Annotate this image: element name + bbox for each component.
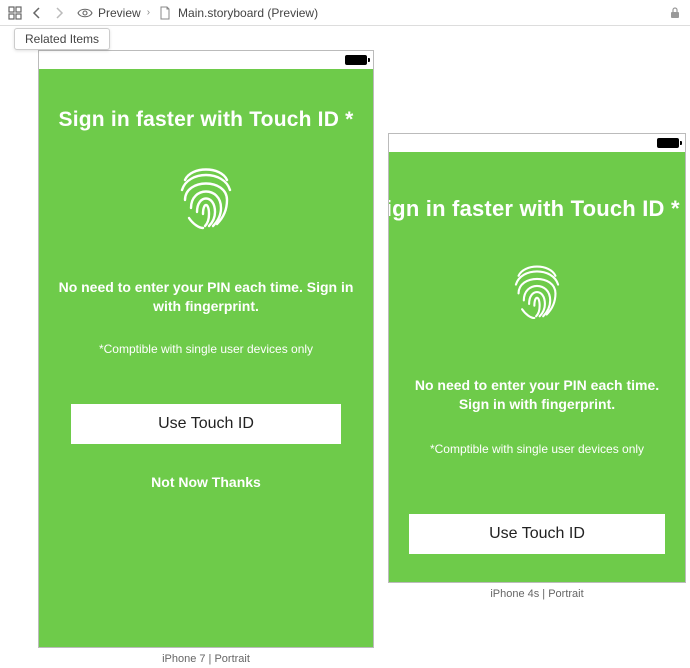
secondary-button-label: Not Now Thanks xyxy=(151,474,261,490)
footnote-label: *Comptible with single user devices only xyxy=(99,342,313,356)
primary-button-label: Use Touch ID xyxy=(489,525,585,543)
use-touch-id-button[interactable]: Use Touch ID xyxy=(71,404,341,444)
breadcrumb-file[interactable]: Main.storyboard (Preview) xyxy=(178,6,318,20)
preview-canvas: Sign in faster with Touch ID * No need t… xyxy=(0,26,690,668)
subtitle-label: No need to enter your PIN each time. Sig… xyxy=(53,278,359,316)
app-screen: Sign in faster with Touch ID * No need t… xyxy=(389,152,685,582)
not-now-button[interactable]: Not Now Thanks xyxy=(151,474,261,490)
related-items-popover[interactable]: Related Items xyxy=(14,28,110,50)
device-preview-iphone7: Sign in faster with Touch ID * No need t… xyxy=(38,50,374,648)
status-bar xyxy=(39,51,373,69)
grid-icon[interactable] xyxy=(6,4,24,22)
battery-icon xyxy=(657,138,679,148)
back-icon[interactable] xyxy=(28,4,46,22)
use-touch-id-button[interactable]: Use Touch ID xyxy=(409,514,665,554)
chevron-right-icon: › xyxy=(147,7,150,18)
status-bar xyxy=(389,134,685,152)
subtitle-label: No need to enter your PIN each time. Sig… xyxy=(399,376,675,414)
forward-icon[interactable] xyxy=(50,4,68,22)
title-label: Sign in faster with Touch ID * xyxy=(389,196,675,222)
toolbar: Preview › Main.storyboard (Preview) xyxy=(0,0,690,26)
lock-icon[interactable] xyxy=(666,4,684,22)
device-preview-iphone4s: Sign in faster with Touch ID * No need t… xyxy=(388,133,686,583)
preview-eye-icon[interactable] xyxy=(76,4,94,22)
app-screen: Sign in faster with Touch ID * No need t… xyxy=(39,69,373,647)
fingerprint-icon xyxy=(508,258,566,320)
device-label: iPhone 4s | Portrait xyxy=(389,588,685,600)
fingerprint-icon xyxy=(173,160,239,230)
storyboard-file-icon xyxy=(156,4,174,22)
primary-button-label: Use Touch ID xyxy=(158,415,254,433)
title-label: Sign in faster with Touch ID * xyxy=(59,107,354,132)
battery-icon xyxy=(345,55,367,65)
device-label: iPhone 7 | Portrait xyxy=(39,653,373,665)
footnote-label: *Comptible with single user devices only xyxy=(430,442,644,456)
breadcrumb-preview[interactable]: Preview xyxy=(98,6,141,20)
related-items-label: Related Items xyxy=(25,32,99,46)
